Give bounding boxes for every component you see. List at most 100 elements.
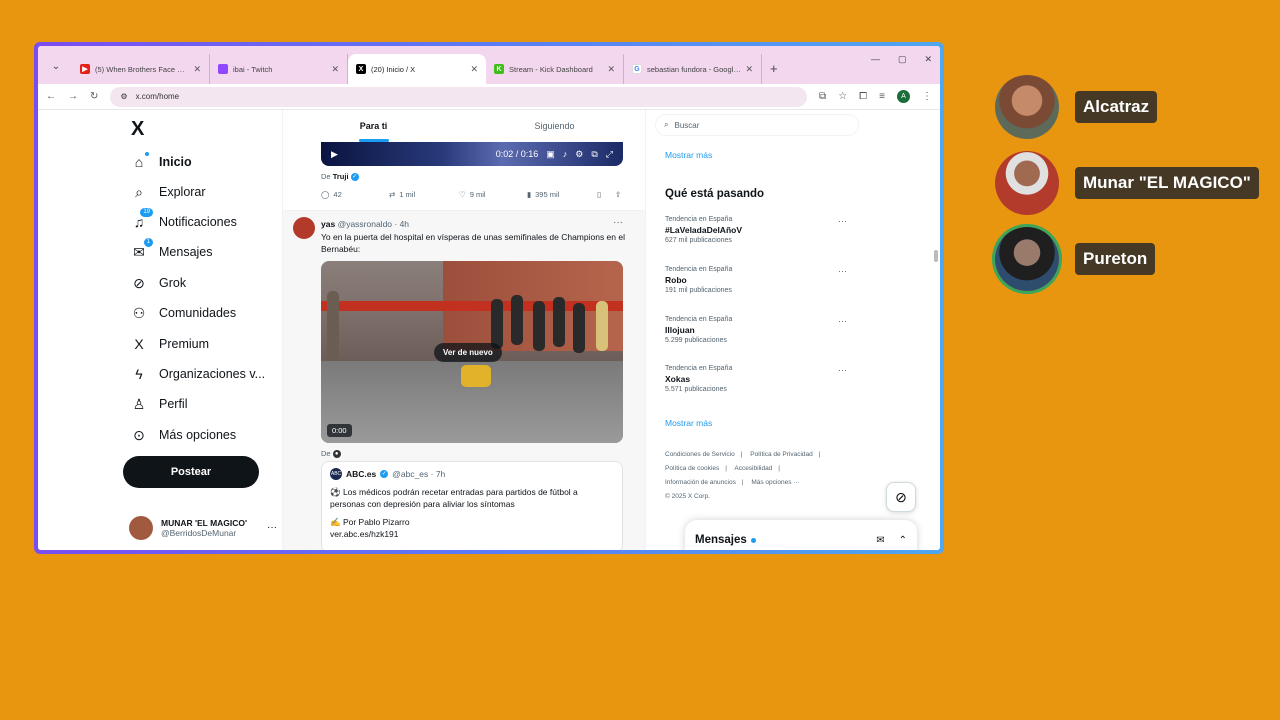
repost-icon: ⇄ — [389, 190, 396, 199]
scrollbar[interactable] — [932, 110, 940, 550]
more-icon[interactable]: ··· — [838, 365, 847, 375]
quote-link[interactable]: ver.abc.es/hzk191 — [330, 528, 614, 540]
nav-item-perfil[interactable]: ♙ Perfil — [131, 396, 188, 412]
tab-siguiendo[interactable]: Siguiendo — [464, 110, 645, 142]
bookmark-icon[interactable]: ▯ — [597, 190, 615, 199]
x-logo[interactable]: X — [131, 118, 144, 141]
profile-avatar[interactable]: A — [897, 90, 910, 103]
nav-label: Más opciones — [159, 428, 237, 442]
pip-icon[interactable]: ⧉ — [591, 149, 597, 160]
nav-item-organizaciones[interactable]: ϟ Organizaciones v... — [131, 366, 265, 382]
browser-tab[interactable]: K Stream - Kick Dashboard ✕ — [486, 54, 624, 84]
more-icon[interactable]: ··· — [838, 266, 847, 276]
settings-icon[interactable]: ⚙ — [575, 149, 583, 160]
show-more-link[interactable]: Mostrar más — [665, 418, 712, 428]
reply-button[interactable]: ◯ 42 — [321, 190, 389, 199]
show-more-link[interactable]: Mostrar más — [665, 150, 712, 160]
tab-para-ti[interactable]: Para ti — [283, 110, 464, 142]
nav-item-notificaciones[interactable]: ♫ 19 Notificaciones — [131, 208, 237, 230]
x-icon: X — [356, 64, 366, 74]
youtube-icon: ▶ — [80, 64, 90, 74]
browser-tab[interactable]: ibai - Twitch ✕ — [210, 54, 348, 84]
trend-item[interactable]: Tendencia en España #LaVeladaDelAñoV 627… — [665, 216, 855, 244]
play-icon[interactable]: ▶ — [331, 149, 338, 160]
messages-drawer[interactable]: Mensajes ✉ ⌃ — [685, 520, 917, 550]
replay-button[interactable]: Ver de nuevo — [434, 343, 502, 362]
grok-icon: ⊘ — [133, 274, 145, 291]
source-avatar-icon[interactable]: ● — [332, 450, 341, 459]
forward-icon[interactable]: → — [68, 91, 78, 102]
video-frame-person — [553, 297, 565, 347]
search-input[interactable]: ⌕ Buscar — [655, 114, 859, 136]
nav-label: Perfil — [159, 397, 188, 411]
cast-icon[interactable]: ⧉ — [819, 91, 826, 102]
share-icon[interactable]: ⇧ — [615, 190, 621, 199]
address-bar[interactable]: ⚙ x.com/home — [110, 86, 808, 107]
reload-icon[interactable]: ↻ — [90, 91, 98, 102]
nav-item-explorar[interactable]: ⌕ Explorar — [131, 183, 205, 200]
avatar[interactable] — [293, 217, 315, 239]
views-button[interactable]: ▮ 395 mil — [527, 190, 597, 199]
captions-icon[interactable]: ▣ — [546, 149, 555, 160]
bookmark-star-icon[interactable]: ☆ — [838, 91, 847, 102]
nav-item-mensajes[interactable]: ✉ 1 Mensajes — [131, 238, 213, 260]
close-icon[interactable]: ✕ — [470, 64, 478, 75]
back-icon[interactable]: ← — [46, 91, 56, 102]
menu-icon[interactable]: ⋮ — [922, 91, 932, 102]
nav-item-comunidades[interactable]: ⚇ Comunidades — [131, 305, 236, 321]
grok-floating-button[interactable]: ⊘ — [886, 482, 916, 512]
browser-tab[interactable]: G sebastian fundora - Google Sea ✕ — [624, 54, 762, 84]
like-button[interactable]: ♡ 9 mil — [459, 190, 527, 199]
search-icon: ⌕ — [135, 183, 143, 200]
close-window-icon[interactable]: ✕ — [924, 54, 932, 65]
footer-link[interactable]: Accesibilidad — [734, 465, 772, 472]
footer-link[interactable]: Condiciones de Servicio — [665, 451, 735, 458]
fullscreen-icon[interactable]: ⤢ — [606, 149, 613, 160]
post-button[interactable]: Postear — [123, 456, 259, 488]
more-icon[interactable]: ··· — [838, 216, 847, 226]
minimize-icon[interactable]: — — [871, 54, 880, 65]
close-icon[interactable]: ✕ — [193, 64, 201, 75]
kick-icon: K — [494, 64, 504, 74]
new-tab-icon[interactable]: + — [770, 61, 778, 76]
footer-link[interactable]: Política de cookies — [665, 465, 719, 472]
source-name[interactable]: Truji — [333, 172, 349, 181]
tab-search-icon[interactable]: ⌄ — [46, 56, 66, 76]
footer-link[interactable]: Política de Privacidad — [750, 451, 813, 458]
repost-button[interactable]: ⇄ 1 mil — [389, 190, 459, 199]
trend-item[interactable]: Tendencia en España Illojuan 5.299 publi… — [665, 316, 855, 344]
verified-icon: ✓ — [350, 173, 359, 182]
nav-item-premium[interactable]: X Premium — [131, 336, 209, 352]
site-info-icon[interactable]: ⚙ — [120, 92, 127, 101]
media-icon[interactable]: ≡ — [879, 91, 885, 102]
more-icon[interactable]: ··· — [613, 217, 623, 228]
close-icon[interactable]: ✕ — [607, 64, 615, 75]
nav-item-mas-opciones[interactable]: ⊙ Más opciones — [131, 427, 236, 443]
extensions-icon[interactable]: ⧠ — [859, 91, 867, 102]
footer-link[interactable]: Información de anuncios — [665, 479, 736, 486]
avatar — [995, 151, 1059, 215]
browser-tab[interactable]: ▶ (5) When Brothers Face Each Ot ✕ — [72, 54, 210, 84]
account-switcher[interactable]: MUNAR 'EL MAGICO' @BerridosDeMunar ··· — [129, 516, 277, 540]
more-icon[interactable]: ··· — [838, 316, 847, 326]
google-icon: G — [632, 64, 642, 74]
trend-item[interactable]: Tendencia en España Robo 191 mil publica… — [665, 266, 855, 294]
browser-tab-active[interactable]: X (20) Inicio / X ✕ — [348, 54, 486, 84]
footer-link[interactable]: Más opciones ··· — [751, 479, 799, 486]
nav-item-inicio[interactable]: ⌂ Inicio — [131, 152, 192, 170]
quote-text: ⚽ Los médicos podrán recetar entradas pa… — [330, 487, 578, 509]
close-icon[interactable]: ✕ — [331, 64, 339, 75]
author-name[interactable]: yas — [321, 219, 335, 229]
maximize-icon[interactable]: ▢ — [898, 54, 907, 65]
more-icon[interactable]: ··· — [267, 522, 277, 533]
new-message-icon[interactable]: ✉ — [876, 535, 884, 546]
tweet[interactable]: yas @yassronaldo · 4h ··· Yo en la puert… — [283, 210, 645, 550]
tab-title: sebastian fundora - Google Sea — [647, 64, 741, 74]
quoted-tweet[interactable]: ABC ABC.es ✓ @abc_es · 7h ⚽ Los médicos … — [321, 461, 623, 550]
tweet-video[interactable]: Ver de nuevo 0:00 — [321, 261, 623, 443]
close-icon[interactable]: ✕ — [745, 64, 753, 75]
trend-item[interactable]: Tendencia en España Xokas 5.571 publicac… — [665, 365, 855, 393]
mute-icon[interactable]: ♪ — [563, 149, 568, 159]
nav-item-grok[interactable]: ⊘ Grok — [131, 275, 186, 291]
expand-icon[interactable]: ⌃ — [899, 535, 907, 546]
